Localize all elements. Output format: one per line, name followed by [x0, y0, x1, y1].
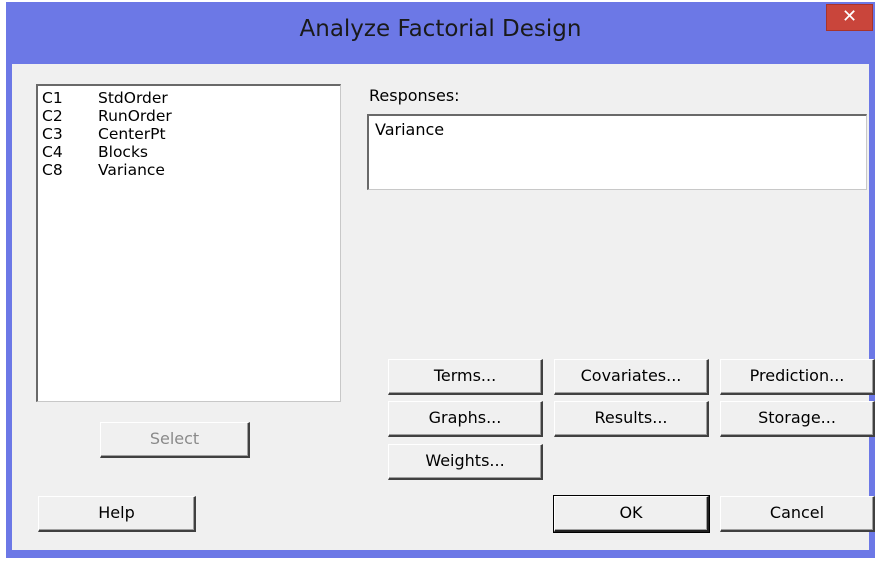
list-item[interactable]: C8 Variance	[42, 161, 336, 179]
dialog-window: Analyze Factorial Design ✕ C1 StdOrder C2…	[6, 2, 875, 558]
column-id: C8	[42, 161, 63, 179]
list-item[interactable]: C2 RunOrder	[42, 107, 336, 125]
list-item[interactable]: C3 CenterPt	[42, 125, 336, 143]
weights-button[interactable]: Weights...	[388, 444, 543, 480]
column-id: C2	[42, 107, 63, 125]
responses-label: Responses:	[369, 86, 460, 105]
column-id: C4	[42, 143, 63, 161]
column-name: Variance	[98, 161, 165, 179]
column-name: Blocks	[98, 143, 148, 161]
list-item[interactable]: C1 StdOrder	[42, 89, 336, 107]
storage-button[interactable]: Storage...	[720, 401, 875, 437]
column-name: RunOrder	[98, 107, 172, 125]
variables-listbox[interactable]: C1 StdOrder C2 RunOrder C3 CenterPt C4 Block…	[36, 84, 341, 402]
ok-button[interactable]: OK	[553, 495, 710, 533]
results-button[interactable]: Results...	[554, 401, 709, 437]
column-name: StdOrder	[98, 89, 168, 107]
column-name: CenterPt	[98, 125, 166, 143]
title-bar: Analyze Factorial Design ✕	[6, 2, 875, 64]
list-item[interactable]: C4 Blocks	[42, 143, 336, 161]
close-icon: ✕	[841, 6, 858, 27]
column-id: C1	[42, 89, 63, 107]
dialog-title: Analyze Factorial Design	[299, 16, 582, 42]
column-id: C3	[42, 125, 63, 143]
responses-field[interactable]: Variance	[367, 114, 867, 190]
close-button[interactable]: ✕	[826, 4, 873, 31]
cancel-button[interactable]: Cancel	[720, 496, 875, 532]
help-button[interactable]: Help	[38, 496, 196, 532]
terms-button[interactable]: Terms...	[388, 359, 543, 395]
graphs-button[interactable]: Graphs...	[388, 401, 543, 437]
covariates-button[interactable]: Covariates...	[554, 359, 709, 395]
select-button[interactable]: Select	[100, 422, 250, 458]
prediction-button[interactable]: Prediction...	[720, 359, 875, 395]
dialog-client-area: C1 StdOrder C2 RunOrder C3 CenterPt C4 Block…	[12, 64, 875, 550]
